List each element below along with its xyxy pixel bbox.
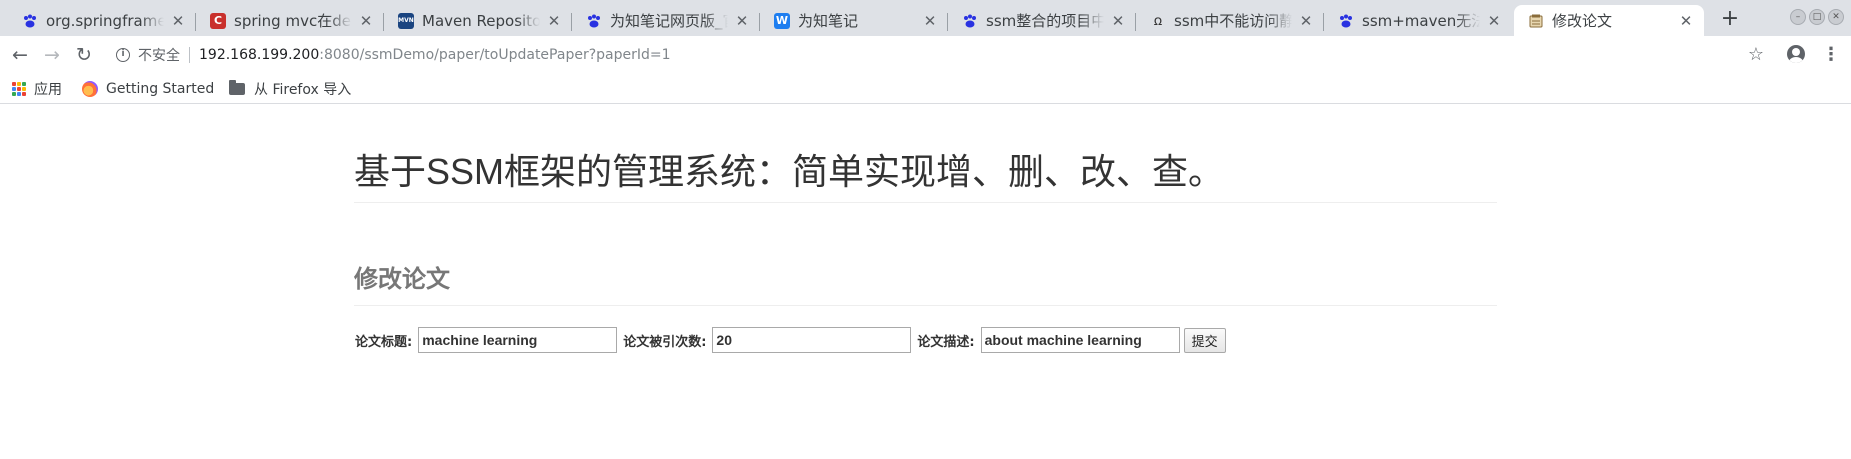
new-tab-button[interactable]: +	[1716, 5, 1744, 33]
page-title: 基于SSM框架的管理系统：简单实现增、删、改、查。	[354, 151, 1225, 192]
profile-avatar-icon[interactable]	[1787, 45, 1805, 63]
window-close-icon[interactable]: ✕	[1828, 9, 1844, 25]
tab-ssm-static[interactable]: ssm整合的项目中静态 ✕	[948, 5, 1136, 36]
tab-ssm-maven[interactable]: ssm+maven无法访问 ✕	[1324, 5, 1512, 36]
tab-title: 修改论文	[1552, 12, 1613, 30]
apps-grid-icon	[12, 82, 26, 96]
citation-count-label: 论文被引次数:	[623, 334, 707, 350]
page-content: 基于SSM框架的管理系统：简单实现增、删、改、查。 修改论文 论文标题: 论文被…	[0, 105, 1851, 459]
bookmark-label: Getting Started	[106, 81, 215, 97]
url-host[interactable]: 192.168.199.200	[199, 47, 319, 63]
menu-kebab-icon[interactable]: ⋮	[1820, 44, 1842, 66]
info-icon[interactable]: i	[116, 48, 130, 62]
baidu-paw-icon	[22, 13, 38, 29]
tab-title: 为知笔记网页版_官方	[610, 12, 728, 30]
section-title: 修改论文	[354, 266, 450, 293]
header-divider	[354, 202, 1497, 203]
close-icon[interactable]: ✕	[1110, 13, 1126, 29]
tab-title: ssm中不能访问静态	[1174, 12, 1292, 30]
tab-maven-repository[interactable]: MVN Maven Repository: ✕	[384, 5, 572, 36]
bookmarks-bar: 应用 Getting Started 从 Firefox 导入	[0, 74, 1851, 104]
omnibox-divider	[189, 47, 190, 63]
paper-desc-label: 论文描述:	[917, 334, 975, 350]
close-icon[interactable]: ✕	[358, 13, 374, 29]
address-bar[interactable]: i 不安全 192.168.199.200:8080/ssmDemo/paper…	[106, 41, 1758, 69]
tab-title: ssm+maven无法访问	[1362, 12, 1480, 30]
page-icon	[1528, 13, 1544, 29]
tab-strip: org.springframework ✕ C spring mvc在debug…	[0, 0, 1851, 36]
bookmark-firefox-import[interactable]: 从 Firefox 导入	[229, 79, 351, 99]
close-icon[interactable]: ✕	[1486, 13, 1502, 29]
reload-icon[interactable]: ↻	[72, 43, 96, 67]
omega-icon: ꭥ	[1153, 13, 1163, 29]
wiz-icon: W	[774, 12, 790, 29]
minimize-icon[interactable]: –	[1790, 9, 1806, 25]
close-icon[interactable]: ✕	[1678, 13, 1694, 29]
baidu-paw-icon	[962, 13, 978, 29]
tab-title: spring mvc在debug	[234, 12, 352, 30]
forward-icon[interactable]: →	[40, 43, 64, 67]
tab-title: 为知笔记	[798, 12, 859, 30]
section-divider	[354, 305, 1497, 306]
close-icon[interactable]: ✕	[922, 13, 938, 29]
bookmark-label: 从 Firefox 导入	[254, 82, 352, 98]
firefox-icon	[82, 81, 98, 97]
baidu-paw-icon	[1338, 13, 1354, 29]
url-path[interactable]: :8080/ssmDemo/paper/toUpdatePaper?paperI…	[319, 47, 670, 63]
tab-wiz[interactable]: W 为知笔记 ✕	[760, 5, 948, 36]
close-icon[interactable]: ✕	[170, 13, 186, 29]
bookmark-apps[interactable]: 应用	[12, 79, 62, 99]
folder-icon	[229, 80, 245, 95]
tab-update-paper[interactable]: 修改论文 ✕	[1514, 5, 1704, 36]
browser-toolbar: ← → ↻ i 不安全 192.168.199.200:8080/ssmDemo…	[0, 36, 1851, 74]
security-label[interactable]: 不安全	[138, 45, 180, 65]
tab-springframework[interactable]: org.springframework ✕	[8, 5, 196, 36]
paper-title-input[interactable]	[418, 327, 618, 353]
citation-count-input[interactable]	[712, 327, 912, 353]
csdn-icon: C	[210, 12, 226, 29]
submit-button[interactable]: 提交	[1183, 327, 1226, 353]
close-icon[interactable]: ✕	[734, 13, 750, 29]
paper-desc-input[interactable]	[980, 327, 1180, 353]
tab-title: ssm整合的项目中静态	[986, 12, 1104, 30]
close-icon[interactable]: ✕	[1298, 13, 1314, 29]
tab-ssm-access[interactable]: ꭥ ssm中不能访问静态 ✕	[1136, 5, 1324, 36]
mvn-icon: MVN	[398, 12, 414, 29]
close-icon[interactable]: ✕	[546, 13, 562, 29]
back-icon[interactable]: ←	[8, 43, 32, 67]
update-paper-form: 论文标题: 论文被引次数: 论文描述: 提交	[355, 327, 1226, 353]
bookmark-getting-started[interactable]: Getting Started	[82, 79, 214, 99]
tab-spring-mvc[interactable]: C spring mvc在debug ✕	[196, 5, 384, 36]
bookmark-label: 应用	[34, 82, 62, 98]
tab-title: Maven Repository:	[422, 11, 540, 30]
paper-title-label: 论文标题:	[355, 334, 413, 350]
tab-wiz-web[interactable]: 为知笔记网页版_官方 ✕	[572, 5, 760, 36]
bookmark-star-icon[interactable]: ☆	[1745, 44, 1767, 66]
maximize-icon[interactable]: □	[1809, 9, 1825, 25]
tab-title: org.springframework	[46, 11, 164, 30]
baidu-paw-icon	[586, 13, 602, 29]
